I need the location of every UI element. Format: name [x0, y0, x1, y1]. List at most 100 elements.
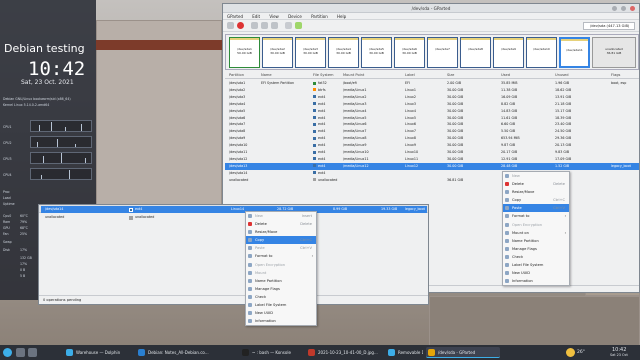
cell-fs: ext4	[313, 170, 325, 177]
menu-item-label: Label File System	[255, 303, 287, 308]
copy-icon	[248, 238, 252, 243]
table-row-selected[interactable]: /dev/sda14 ext4 Linux14 28.72 GiB 8.99 G…	[41, 206, 427, 213]
menu-item-resize-move[interactable]: Resize/Move	[246, 228, 316, 236]
table-row[interactable]: unallocated unallocated	[41, 214, 427, 221]
apply-icon[interactable]	[295, 22, 302, 29]
pager-icon[interactable]	[28, 348, 37, 357]
table-row[interactable]: /dev/sda4 ext4/media/Linux3 Linux3 30.00 Gi…	[225, 101, 639, 108]
minimize-button[interactable]	[612, 6, 617, 11]
taskbar-task[interactable]: 2021-10-23_10-41-00_D.jpg...	[306, 347, 384, 358]
disk-partition[interactable]: /dev/sda9	[493, 37, 524, 68]
table-row[interactable]: /dev/sda2 btrfs/media/Linux1 Linux1 30.00 G…	[225, 87, 639, 94]
taskbar-task[interactable]: Removable Devices	[386, 347, 424, 358]
col-unused[interactable]: Unused	[555, 72, 569, 79]
col-filesystem[interactable]: File System	[313, 72, 334, 79]
menu-item-label-file-system[interactable]: Label File System	[246, 301, 316, 309]
menu-partition[interactable]: Partition	[311, 14, 328, 19]
menu-item-information[interactable]: Information	[246, 317, 316, 325]
disk-partition[interactable]: /dev/sda7	[427, 37, 458, 68]
taskbar-task[interactable]: Debian: Notes_All-Debian.co...	[136, 347, 236, 358]
menu-item-paste[interactable]: Paste Ctrl+V	[503, 204, 569, 213]
copy-icon[interactable]	[261, 22, 268, 29]
disk-partition[interactable]: /dev/sda10	[526, 37, 557, 68]
col-label[interactable]: Label	[405, 72, 415, 79]
taskbar-task[interactable]: ~ : bash — Konsole	[240, 347, 304, 358]
menu-item-delete[interactable]: Delete Delete	[246, 220, 316, 228]
table-row[interactable]: /dev/sda6 ext4/media/Linux5 Linux5 30.00 Gi…	[225, 115, 639, 122]
delete-icon[interactable]	[237, 22, 244, 29]
disk-partition[interactable]: /dev/sda3 30.00 GiB	[295, 37, 326, 68]
menu-item-copy[interactable]: Copy Ctrl+C	[246, 236, 316, 245]
menu-item-shortcut: Ctrl+C	[553, 198, 565, 203]
menu-item-label-file-system[interactable]: Label File System	[503, 261, 569, 269]
menu-item-information[interactable]: Information	[503, 277, 569, 285]
close-button[interactable]	[630, 6, 635, 11]
window-titlebar[interactable]: /dev/sda - GParted	[223, 4, 639, 13]
pager-icon[interactable]	[16, 348, 25, 357]
menu-view[interactable]: View	[269, 14, 279, 19]
menu-item-check[interactable]: Check	[503, 253, 569, 261]
weather-icon[interactable]	[566, 348, 575, 357]
table-row[interactable]: /dev/sda8 ext4/media/Linux7 Linux7 30.00 Gi…	[225, 128, 639, 135]
taskbar-task[interactable]: /dev/sda - GParted	[426, 347, 500, 358]
menu-item-mount-on[interactable]: Mount on ›	[503, 229, 569, 237]
taskbar-task[interactable]: Warehouse — Dolphin	[64, 347, 134, 358]
table-row[interactable]: /dev/sda3 ext4/media/Linux2 Linux2 30.00 Gi…	[225, 94, 639, 101]
disk-partition[interactable]: /dev/sda4 30.00 GiB	[328, 37, 359, 68]
menu-item-resize-move[interactable]: Resize/Move	[503, 188, 569, 196]
disk-unallocated[interactable]: unallocated 36.81 GiB	[592, 37, 636, 68]
open-encryption-icon	[248, 262, 252, 267]
col-flags[interactable]: Flags	[611, 72, 620, 79]
app-icon	[242, 349, 249, 356]
col-mountpoint[interactable]: Mount Point	[343, 72, 364, 79]
menu-item-copy[interactable]: Copy Ctrl+C	[503, 196, 569, 204]
menu-item-delete[interactable]: Delete Delete	[503, 180, 569, 188]
cell-size: 30.00 GiB	[447, 108, 464, 113]
menu-item-format-to[interactable]: Format to ›	[246, 252, 316, 260]
disk-partition[interactable]: /dev/sda8	[460, 37, 491, 68]
table-row[interactable]: unallocated unallocated 36.81 GiB	[225, 177, 639, 184]
menu-item-name-partition[interactable]: Name Partition	[246, 277, 316, 285]
cell-label: Linux1	[405, 87, 416, 92]
col-name[interactable]: Name	[261, 72, 272, 79]
table-row[interactable]: /dev/sda9 ext4/media/Linux8 Linux8 30.00 Gi…	[225, 135, 639, 142]
paste-icon[interactable]	[271, 22, 278, 29]
table-row[interactable]: /dev/sda11 ext4/media/Linux10 Linux10 30.00…	[225, 149, 639, 156]
menu-item-name-partition[interactable]: Name Partition	[503, 237, 569, 245]
menu-item-manage-flags[interactable]: Manage Flags	[246, 285, 316, 293]
table-row[interactable]: /dev/sda1 EFI System Partition fat32/boot/…	[225, 80, 639, 87]
disk-partition[interactable]: /dev/sda6 30.00 GiB	[394, 37, 425, 68]
disk-partition[interactable]: /dev/sda2 30.00 GiB	[262, 37, 293, 68]
fs-swatch-icon	[313, 164, 316, 168]
menu-item-new-uuid[interactable]: New UUID	[503, 269, 569, 277]
maximize-button[interactable]	[621, 6, 626, 11]
col-used[interactable]: Used	[501, 72, 510, 79]
table-row[interactable]: /dev/sda5 ext4/media/Linux4 Linux4 30.00 Gi…	[225, 108, 639, 115]
table-row[interactable]: /dev/sda14 ext4	[225, 170, 639, 177]
menu-item-new-uuid[interactable]: New UUID	[246, 309, 316, 317]
table-row[interactable]: /dev/sda7 ext4/media/Linux6 Linux6 30.00 Gi…	[225, 121, 639, 128]
disk-partition-selected[interactable]: /dev/sda11	[559, 37, 590, 68]
col-size[interactable]: Size	[447, 72, 454, 79]
menu-item-check[interactable]: Check	[246, 293, 316, 301]
table-row[interactable]: /dev/sda12 ext4/media/Linux11 Linux11 30.00…	[225, 156, 639, 163]
resize-icon[interactable]	[251, 22, 258, 29]
table-row[interactable]: /dev/sda13 ext4/media/Linux12 Linux12 30.00…	[225, 162, 639, 170]
table-row[interactable]: /dev/sda10 ext4/media/Linux9 Linux9 30.00 G…	[225, 142, 639, 149]
app-launcher-icon[interactable]	[3, 348, 12, 357]
device-selector[interactable]: /dev/sda (447.13 GiB)	[583, 22, 635, 30]
disk-partition[interactable]: /dev/sda1 50.00 GiB	[229, 37, 260, 68]
cell-size: 30.00 GiB	[447, 115, 464, 120]
disk-partition[interactable]: /dev/sda5 30.00 GiB	[361, 37, 392, 68]
menu-item-manage-flags[interactable]: Manage Flags	[503, 245, 569, 253]
menu-gparted[interactable]: GParted	[227, 14, 243, 19]
chevron-right-icon: ›	[564, 214, 566, 219]
new-icon[interactable]	[227, 22, 234, 29]
menu-device[interactable]: Device	[288, 14, 302, 19]
menu-item-format-to[interactable]: Format to ›	[503, 212, 569, 220]
menu-help[interactable]: Help	[337, 14, 346, 19]
cell-size: 30.00 GiB	[447, 87, 464, 92]
undo-icon[interactable]	[285, 22, 292, 29]
col-partition[interactable]: Partition	[229, 72, 244, 79]
menu-edit[interactable]: Edit	[252, 14, 260, 19]
